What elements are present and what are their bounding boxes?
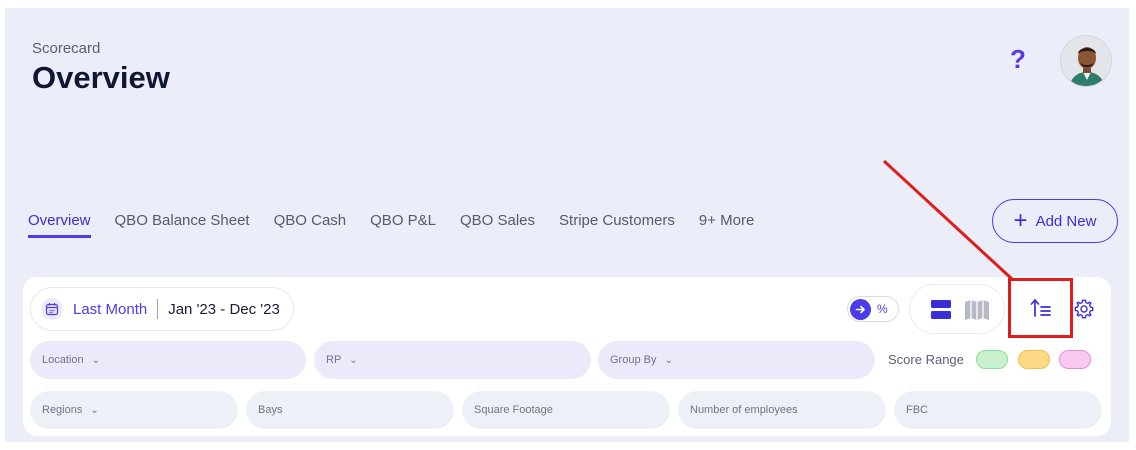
map-view-icon[interactable] xyxy=(965,300,989,320)
tab-qbo-cash[interactable]: QBO Cash xyxy=(274,212,347,238)
divider xyxy=(157,299,159,319)
plus-icon: + xyxy=(1013,207,1028,234)
score-range-yellow[interactable] xyxy=(1018,350,1050,369)
sort-icon xyxy=(1030,299,1051,317)
percent-toggle[interactable]: % xyxy=(847,296,899,322)
arrow-right-icon xyxy=(850,298,871,320)
add-new-label: Add New xyxy=(1035,212,1097,230)
location-filter-label: Location xyxy=(42,354,84,366)
employees-filter-label: Number of employees xyxy=(690,404,798,416)
fbc-filter[interactable]: FBC xyxy=(894,391,1102,429)
fbc-filter-label: FBC xyxy=(906,404,928,416)
user-avatar-image xyxy=(1061,36,1111,86)
page-title: Overview xyxy=(32,60,170,95)
tab-qbo-balance-sheet[interactable]: QBO Balance Sheet xyxy=(115,212,250,238)
score-range-pink[interactable] xyxy=(1059,350,1091,369)
add-new-button[interactable]: + Add New xyxy=(992,199,1118,243)
score-range-label: Score Range xyxy=(888,352,964,367)
tab-qbo-pl[interactable]: QBO P&L xyxy=(370,212,436,238)
tab-overview[interactable]: Overview xyxy=(28,212,91,238)
rp-filter-label: RP xyxy=(326,354,342,366)
tab-more[interactable]: 9+ More xyxy=(699,212,754,238)
avatar[interactable] xyxy=(1060,35,1112,87)
rp-filter[interactable]: RP ⌄ xyxy=(314,341,591,379)
tab-qbo-sales[interactable]: QBO Sales xyxy=(460,212,535,238)
date-range-picker[interactable]: Last Month Jan '23 - Dec '23 xyxy=(30,287,294,331)
page-subtitle: Scorecard xyxy=(32,40,101,57)
tab-bar: Overview QBO Balance Sheet QBO Cash QBO … xyxy=(28,212,778,238)
bays-filter[interactable]: Bays xyxy=(246,391,454,429)
chevron-down-icon: ⌄ xyxy=(349,354,358,366)
sort-button[interactable] xyxy=(1008,278,1073,338)
view-switcher xyxy=(909,284,1005,334)
group-by-filter-label: Group By xyxy=(610,354,657,366)
date-range-value: Jan '23 - Dec '23 xyxy=(168,300,280,318)
regions-filter[interactable]: Regions ⌄ xyxy=(30,391,238,429)
regions-filter-label: Regions xyxy=(42,404,83,416)
square-footage-filter-label: Square Footage xyxy=(474,404,553,416)
gear-icon[interactable] xyxy=(1073,298,1095,320)
score-range-green[interactable] xyxy=(976,350,1008,369)
tab-stripe-customers[interactable]: Stripe Customers xyxy=(559,212,675,238)
bays-filter-label: Bays xyxy=(258,404,283,416)
square-footage-filter[interactable]: Square Footage xyxy=(462,391,670,429)
chevron-down-icon: ⌄ xyxy=(91,354,100,366)
date-preset-label: Last Month xyxy=(73,300,148,318)
employees-filter[interactable]: Number of employees xyxy=(678,391,886,429)
group-by-filter[interactable]: Group By ⌄ xyxy=(598,341,875,379)
chevron-down-icon: ⌄ xyxy=(90,404,99,416)
help-button[interactable]: ? xyxy=(1010,44,1026,75)
chevron-down-icon: ⌄ xyxy=(664,354,673,366)
calendar-icon xyxy=(41,298,63,320)
location-filter[interactable]: Location ⌄ xyxy=(30,341,306,379)
list-view-icon[interactable] xyxy=(931,300,951,319)
percent-label: % xyxy=(877,302,888,316)
